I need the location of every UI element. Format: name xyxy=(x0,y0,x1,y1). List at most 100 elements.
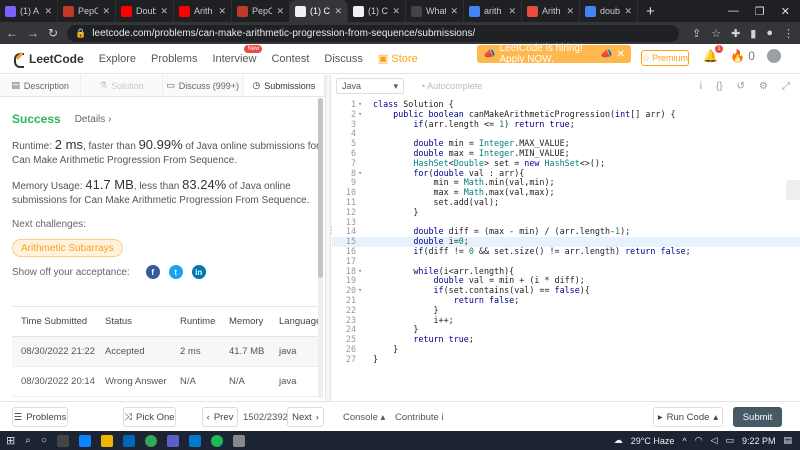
run-code-button[interactable]: ▸ Run Code ▴ xyxy=(653,407,723,427)
close-window-icon[interactable]: ✕ xyxy=(781,5,790,18)
notification-bell-icon[interactable]: 🔔 1 xyxy=(703,45,723,63)
chrome-icon[interactable] xyxy=(144,434,157,447)
browser-tab[interactable]: (1) C ✕ xyxy=(290,0,348,22)
battery-icon[interactable]: ▭ xyxy=(725,435,734,446)
network-icon[interactable]: ◠ xyxy=(695,435,703,446)
linkedin-icon[interactable]: in xyxy=(191,265,206,279)
fullscreen-icon[interactable]: ⤢ xyxy=(782,81,790,92)
language-select[interactable]: Java ▾ xyxy=(336,78,404,94)
pick-one-button[interactable]: ⤨ Pick One xyxy=(123,407,176,427)
browser-tab[interactable]: PepC ✕ xyxy=(58,0,116,22)
info-icon[interactable]: i xyxy=(700,81,702,92)
tab-discuss[interactable]: ▭ Discuss (999+) xyxy=(163,75,244,96)
browser-tab[interactable]: (1) A ✕ xyxy=(0,0,58,22)
tab-close-icon[interactable]: ✕ xyxy=(624,6,632,17)
tab-close-icon[interactable]: ✕ xyxy=(566,6,574,17)
browser-tab[interactable]: Doub ✕ xyxy=(116,0,174,22)
tab-close-icon[interactable]: ✕ xyxy=(102,6,110,17)
browser-tab[interactable]: Arith ✕ xyxy=(174,0,232,22)
vscode-icon[interactable] xyxy=(188,434,201,447)
prev-button[interactable]: ‹ Prev xyxy=(202,407,238,427)
code-line[interactable]: 27} xyxy=(332,354,800,365)
braces-icon[interactable]: {} xyxy=(716,81,723,92)
code-line[interactable]: 16 if(diff != 0 && set.size() != arr.len… xyxy=(332,246,800,257)
teams-icon[interactable] xyxy=(166,434,179,447)
new-tab-button[interactable]: + xyxy=(638,3,663,20)
file-explorer-icon[interactable] xyxy=(100,434,113,447)
next-button[interactable]: Next › xyxy=(287,407,324,427)
code-editor[interactable]: 1 ▾ class Solution {2 ▾ public boolean canM… xyxy=(332,99,800,396)
tab-close-icon[interactable]: ✕ xyxy=(450,6,458,17)
fold-arrow-icon[interactable]: ▾ xyxy=(358,286,362,296)
tab-description[interactable]: ▤ Description xyxy=(0,75,82,96)
left-pane-scrollbar[interactable] xyxy=(318,98,323,398)
tab-close-icon[interactable]: ✕ xyxy=(44,6,52,17)
tab-close-icon[interactable]: ✕ xyxy=(392,6,400,17)
share-page-icon[interactable]: ⇪ xyxy=(692,27,701,40)
tab-close-icon[interactable]: ✕ xyxy=(276,6,284,17)
problems-button[interactable]: ☰ Problems xyxy=(12,407,68,427)
facebook-icon[interactable]: f xyxy=(145,265,160,279)
contribute-link[interactable]: Contribute i xyxy=(395,412,444,423)
reset-icon[interactable]: ↺ xyxy=(737,81,745,92)
forward-icon[interactable]: → xyxy=(27,26,39,40)
nav-discuss[interactable]: Discuss xyxy=(324,53,363,65)
cell-status-link[interactable]: Wrong Answer xyxy=(96,366,171,397)
tray-chevron-up-icon[interactable]: ^ xyxy=(682,436,686,446)
settings-gear-icon[interactable]: ⚙ xyxy=(759,81,768,92)
submit-button[interactable]: Submit xyxy=(733,407,782,427)
side-float-button[interactable] xyxy=(786,180,800,200)
code-line[interactable]: 25 return true; xyxy=(332,334,800,345)
nav-explore[interactable]: Explore xyxy=(99,53,136,65)
close-banner-icon[interactable]: ✕ xyxy=(617,49,625,60)
nav-store[interactable]: ▣ Store xyxy=(378,52,418,65)
code-line[interactable]: 12 } xyxy=(332,207,800,218)
table-row[interactable]: 08/30/2022 20:14 Wrong Answer N/A N/A ja… xyxy=(12,366,322,397)
clock-time[interactable]: 9:22 PM xyxy=(742,436,776,446)
fold-arrow-icon[interactable]: ▾ xyxy=(358,169,362,179)
sidebar-icon[interactable]: ▮ xyxy=(750,27,756,40)
console-toggle[interactable]: Console ▴ xyxy=(343,412,385,423)
notifications-icon[interactable]: ▤ xyxy=(783,435,792,446)
nav-contest[interactable]: Contest xyxy=(271,53,309,65)
back-icon[interactable]: ← xyxy=(6,26,18,40)
bookmark-star-icon[interactable]: ☆ xyxy=(711,27,721,40)
twitter-icon[interactable]: t xyxy=(168,265,183,279)
code-line[interactable]: 3 if(arr.length <= 1) return true; xyxy=(332,119,800,130)
task-view-icon[interactable]: ○ xyxy=(41,435,47,446)
restore-icon[interactable]: ❐ xyxy=(755,5,765,18)
leetcode-logo[interactable]: LeetCode xyxy=(12,52,84,68)
menu-dots-icon[interactable]: ⋮ xyxy=(783,27,794,40)
tab-solution[interactable]: ⚗ Solution xyxy=(81,75,163,96)
browser-tab[interactable]: arith ✕ xyxy=(464,0,522,22)
tab-close-icon[interactable]: ✕ xyxy=(334,6,342,17)
fold-arrow-icon[interactable]: ▾ xyxy=(358,110,362,120)
tab-close-icon[interactable]: ✕ xyxy=(508,6,516,17)
tab-submissions[interactable]: ◷ Submissions xyxy=(243,75,325,96)
cell-status-link[interactable]: Accepted xyxy=(96,336,171,367)
pane-divider[interactable]: ⋮ xyxy=(325,75,336,401)
widgets-icon[interactable] xyxy=(56,434,69,447)
windows-start-icon[interactable]: ⊞ xyxy=(6,434,15,447)
browser-tab[interactable]: PepC ✕ xyxy=(232,0,290,22)
premium-button[interactable]: ☆ Premium xyxy=(641,50,689,66)
code-line[interactable]: 26 } xyxy=(332,344,800,355)
fold-arrow-icon[interactable]: ▾ xyxy=(358,100,362,110)
avatar[interactable] xyxy=(766,49,781,63)
spotify-icon[interactable] xyxy=(210,434,223,447)
edge-icon[interactable] xyxy=(78,434,91,447)
nav-interview[interactable]: Interview New xyxy=(212,44,263,65)
url-bar[interactable]: 🔒 leetcode.com/problems/can-make-arithme… xyxy=(67,24,679,42)
tab-close-icon[interactable]: ✕ xyxy=(160,6,168,17)
challenge-chip[interactable]: Arithmetic Subarrays xyxy=(12,239,123,257)
autocomplete-toggle[interactable]: • Autocomplete xyxy=(422,81,482,91)
browser-tab[interactable]: doub ✕ xyxy=(580,0,638,22)
profile-icon[interactable]: ● xyxy=(766,27,773,40)
extensions-icon[interactable]: ✚ xyxy=(731,27,740,40)
details-link[interactable]: Details › xyxy=(75,114,112,125)
table-row[interactable]: 08/30/2022 21:22 Accepted 2 ms 41.7 MB j… xyxy=(12,336,322,367)
outlook-icon[interactable] xyxy=(122,434,135,447)
volume-icon[interactable]: ◁ xyxy=(711,435,718,446)
browser-tab[interactable]: Arith ✕ xyxy=(522,0,580,22)
app-icon[interactable] xyxy=(232,434,245,447)
